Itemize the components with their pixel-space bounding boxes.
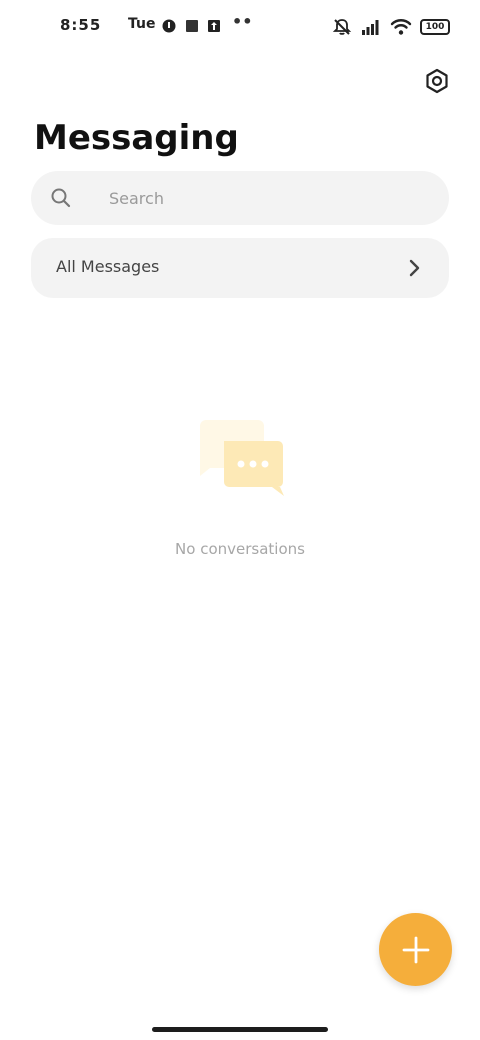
- status-bar: 8:55 Tue •• 100: [0, 0, 480, 56]
- all-messages-row[interactable]: All Messages: [31, 238, 449, 298]
- status-overflow-dots: ••: [232, 12, 253, 31]
- signal-icon: [362, 20, 379, 35]
- search-bar[interactable]: [31, 171, 449, 225]
- notification-icon: [162, 19, 176, 33]
- wifi-icon: [390, 19, 412, 35]
- empty-state-text: No conversations: [175, 540, 305, 558]
- chevron-right-icon: [409, 259, 420, 277]
- settings-icon: [426, 68, 448, 94]
- settings-button[interactable]: [422, 66, 452, 96]
- status-time: 8:55: [60, 16, 102, 34]
- new-conversation-button[interactable]: [379, 913, 452, 986]
- home-indicator[interactable]: [152, 1027, 328, 1032]
- upload-icon: [208, 20, 220, 32]
- square-icon: [186, 20, 198, 32]
- messages-row-label: All Messages: [56, 257, 160, 276]
- plus-icon: [402, 936, 429, 963]
- status-right-icons: 100: [332, 15, 450, 39]
- search-icon: [51, 188, 71, 208]
- search-input[interactable]: [85, 171, 425, 225]
- empty-chat-illustration-icon: [200, 420, 284, 496]
- page-title: Messaging: [34, 118, 239, 158]
- mute-icon: [332, 19, 352, 35]
- battery-icon: 100: [420, 19, 450, 35]
- status-date: Tue: [128, 16, 156, 32]
